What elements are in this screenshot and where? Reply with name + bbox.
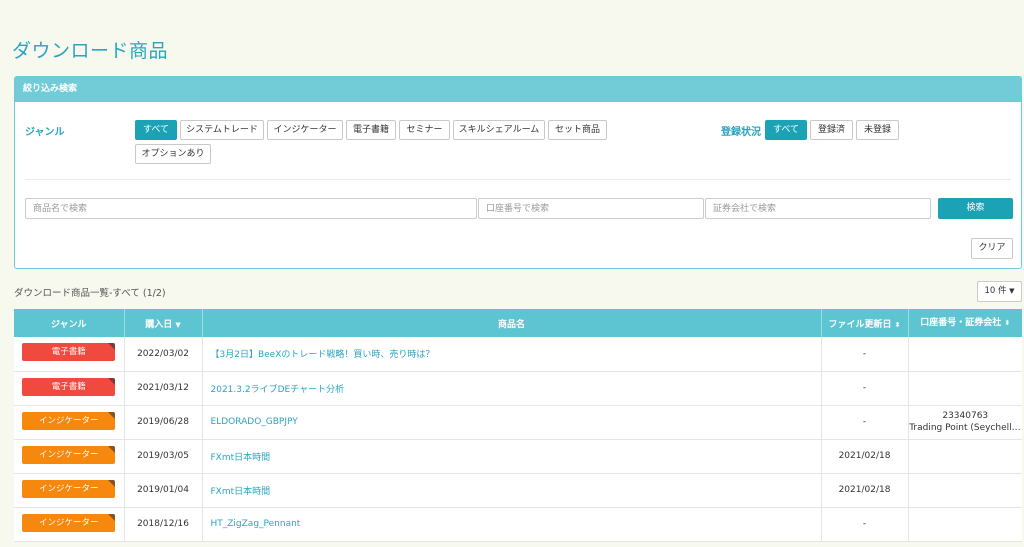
genre-chip-all[interactable]: すべて: [135, 120, 177, 140]
account-search-input[interactable]: [478, 198, 704, 219]
product-link[interactable]: FXmt日本時間: [202, 439, 822, 474]
updated-cell: -: [821, 337, 909, 372]
table-row: インジケーター 2019/01/04 FXmt日本時間 2021/02/18: [14, 473, 1022, 508]
filter-header: 絞り込み検索: [15, 77, 1021, 102]
column-header-updated[interactable]: ファイル更新日 ⬍: [821, 309, 909, 337]
updated-cell: -: [821, 405, 909, 440]
broker-search-input[interactable]: [705, 198, 931, 219]
product-link[interactable]: 【3月2日】BeeXのトレード戦略！買い時、売り時は？: [202, 337, 822, 372]
genre-cell: 電子書籍: [14, 337, 125, 372]
genre-chip-with-option[interactable]: オプションあり: [135, 144, 211, 164]
genre-badge: 電子書籍: [22, 343, 116, 362]
page-title: ダウンロード商品: [12, 40, 169, 62]
column-header-account[interactable]: 口座番号・証券会社 ⬍: [908, 309, 1022, 337]
genre-label: ジャンル: [25, 127, 65, 138]
filter-divider: [25, 179, 1011, 180]
genre-cell: 電子書籍: [14, 371, 125, 406]
genre-cell: インジケーター: [14, 439, 125, 474]
product-link[interactable]: FXmt日本時間: [202, 473, 822, 508]
updated-cell: 2021/02/18: [821, 439, 909, 474]
table-row: 電子書籍 2021/03/12 2021.3.2ライブDEチャート分析 -: [14, 371, 1022, 406]
column-header-purchase-date[interactable]: 購入日 ▼: [124, 309, 203, 337]
genre-badge: インジケーター: [22, 479, 116, 498]
table-row: インジケーター 2018/12/16 HT_ZigZag_Pennant -: [14, 507, 1022, 542]
genre-chip-system-trade[interactable]: システムトレード: [180, 120, 264, 140]
purchase-date-cell: 2018/12/16: [124, 507, 203, 542]
account-cell: [908, 439, 1022, 474]
genre-cell: インジケーター: [14, 507, 125, 542]
download-table: ジャンル 購入日 ▼ 商品名 ファイル更新日 ⬍ 口座番号・証券会社 ⬍ 電子書籍 20…: [14, 309, 1022, 542]
status-label: 登録状況: [721, 127, 761, 138]
sort-icon: ⬍: [894, 320, 901, 329]
product-search-input[interactable]: [25, 198, 477, 219]
status-chip-unregistered[interactable]: 未登録: [856, 120, 899, 140]
account-cell: [908, 507, 1022, 542]
purchase-date-cell: 2022/03/02: [124, 337, 203, 372]
product-link[interactable]: HT_ZigZag_Pennant: [202, 507, 822, 542]
account-cell: 23340763 Trading Point (Seychelles): [908, 405, 1022, 440]
purchase-date-cell: 2019/03/05: [124, 439, 203, 474]
purchase-date-cell: 2019/06/28: [124, 405, 203, 440]
account-cell: [908, 473, 1022, 508]
filter-panel: 絞り込み検索 ジャンル すべて システムトレード インジケーター 電子書籍 セミ…: [14, 76, 1022, 269]
genre-chip-skill-share[interactable]: スキルシェアルーム: [453, 120, 545, 140]
product-link[interactable]: 2021.3.2ライブDEチャート分析: [202, 371, 822, 406]
updated-cell: 2021/02/18: [821, 473, 909, 508]
genre-chip-indicator[interactable]: インジケーター: [267, 120, 343, 140]
sort-icon: ⬍: [1004, 319, 1011, 327]
genre-chip-seminar[interactable]: セミナー: [399, 120, 450, 140]
clear-button[interactable]: クリア: [971, 238, 1013, 259]
genre-badge: インジケーター: [22, 411, 116, 430]
table-row: 電子書籍 2022/03/02 【3月2日】BeeXのトレード戦略！買い時、売り時は…: [14, 337, 1022, 372]
status-chip-all[interactable]: すべて: [765, 120, 807, 140]
column-header-genre: ジャンル: [14, 309, 125, 337]
genre-badge: インジケーター: [22, 513, 116, 532]
account-cell: [908, 371, 1022, 406]
product-link[interactable]: ELDORADO_GBPJPY: [202, 405, 822, 440]
updated-cell: -: [821, 507, 909, 542]
genre-badge: インジケーター: [22, 445, 116, 464]
genre-chip-ebook[interactable]: 電子書籍: [346, 120, 396, 140]
table-row: インジケーター 2019/06/28 ELDORADO_GBPJPY -2334076…: [14, 405, 1022, 440]
page-size-dropdown[interactable]: 10 件 ▼: [977, 281, 1022, 302]
genre-cell: インジケーター: [14, 405, 125, 440]
account-number: 23340763: [942, 411, 989, 421]
column-header-product: 商品名: [202, 309, 822, 337]
broker-name: Trading Point (Seychelles): [909, 423, 1022, 433]
genre-cell: インジケーター: [14, 473, 125, 508]
list-title: ダウンロード商品一覧-すべて (1/2): [14, 288, 166, 299]
page-size-label: 10 件: [984, 286, 1007, 296]
table-row: インジケーター 2019/03/05 FXmt日本時間 2021/02/18: [14, 439, 1022, 474]
purchase-date-cell: 2019/01/04: [124, 473, 203, 508]
status-chip-registered[interactable]: 登録済: [810, 120, 853, 140]
purchase-date-cell: 2021/03/12: [124, 371, 203, 406]
genre-chip-set-product[interactable]: セット商品: [548, 120, 607, 140]
genre-badge: 電子書籍: [22, 377, 116, 396]
caret-down-icon: ▼: [1009, 287, 1015, 295]
search-button[interactable]: 検索: [938, 198, 1013, 219]
updated-cell: -: [821, 371, 909, 406]
sort-desc-icon: ▼: [175, 320, 181, 329]
account-cell: [908, 337, 1022, 372]
table-header-row: ジャンル 購入日 ▼ 商品名 ファイル更新日 ⬍ 口座番号・証券会社 ⬍: [14, 309, 1022, 337]
